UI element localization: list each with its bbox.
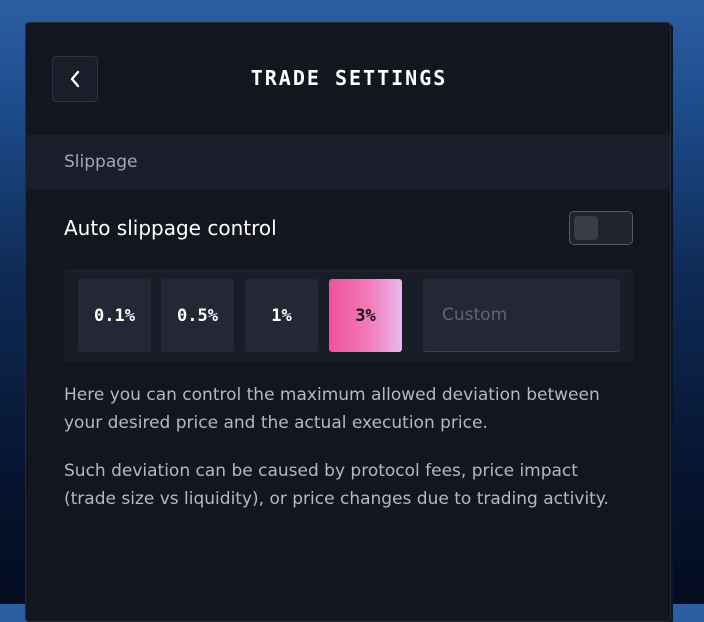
section-header: Slippage [26,135,670,189]
section-label-slippage: Slippage [64,152,138,172]
auto-slippage-toggle[interactable] [569,211,633,245]
auto-slippage-label: Auto slippage control [64,216,277,240]
description-paragraph-1: Here you can control the maximum allowed… [64,385,600,433]
description-paragraph-2: Such deviation can be caused by protocol… [64,461,609,509]
slippage-option-1[interactable]: 1% [245,279,318,352]
toggle-knob [574,216,598,240]
slippage-option-3[interactable]: 3% [329,279,402,352]
trade-settings-panel: TRADE SETTINGS Slippage Auto slippage co… [25,22,671,622]
slippage-option-0-5[interactable]: 0.5% [161,279,234,352]
slippage-options: 0.1% 0.5% 1% 3% [64,269,634,362]
page-title: TRADE SETTINGS [250,66,448,90]
slippage-option-0-1[interactable]: 0.1% [78,279,151,352]
custom-slippage-input[interactable] [423,279,620,352]
